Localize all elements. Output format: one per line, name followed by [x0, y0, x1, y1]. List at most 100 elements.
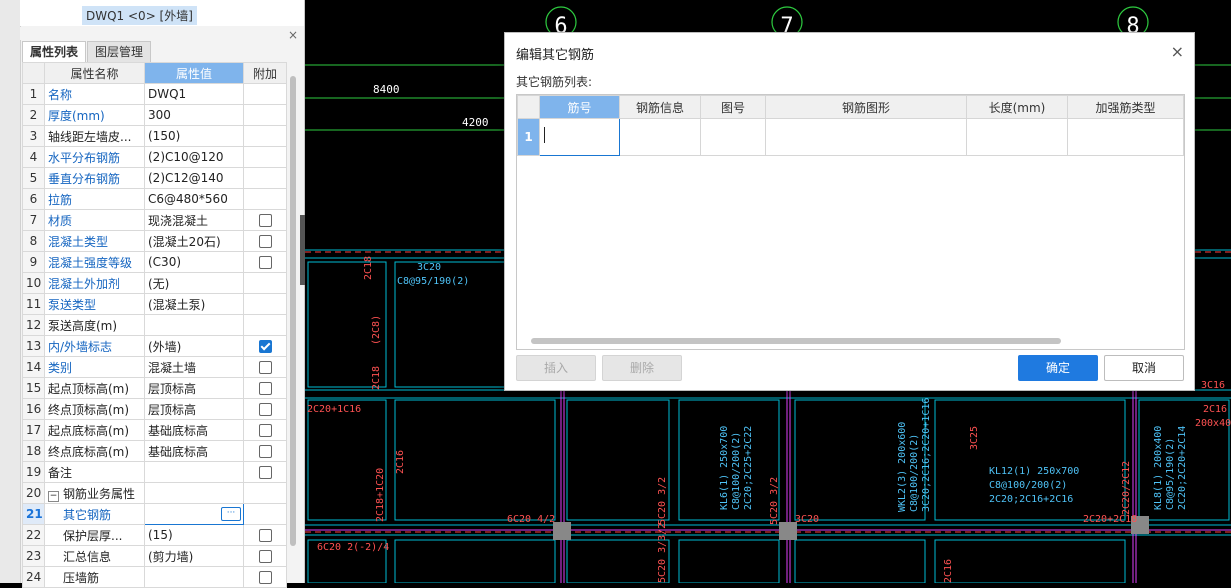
property-value[interactable]: (C30): [144, 251, 244, 273]
property-value[interactable]: (混凝土泵): [144, 293, 244, 315]
table-row[interactable]: 21 其它钢筋 ···: [22, 503, 287, 525]
cancel-button[interactable]: 取消: [1104, 355, 1184, 381]
tab-property-list[interactable]: 属性列表: [22, 41, 87, 62]
tree-node-selected[interactable]: DWQ1 <0> [外墙]: [82, 6, 197, 25]
table-row[interactable]: 15 起点顶标高(m) 层顶标高: [22, 377, 287, 399]
column-header-rebar-info[interactable]: 钢筋信息: [619, 95, 701, 119]
extra-checkbox[interactable]: [258, 340, 272, 353]
table-row[interactable]: 18 终点底标高(m) 基础底标高: [22, 440, 287, 462]
property-value[interactable]: 基础底标高: [144, 419, 244, 441]
property-value[interactable]: (150): [144, 125, 244, 147]
property-value[interactable]: C6@480*560: [144, 188, 244, 210]
table-row[interactable]: 10 混凝土外加剂 (无): [22, 272, 287, 294]
extra-checkbox[interactable]: [258, 466, 272, 479]
table-row[interactable]: 7 材质 现浇混凝土: [22, 209, 287, 231]
property-value[interactable]: [144, 314, 244, 336]
horizontal-scrollbar[interactable]: [531, 338, 1061, 344]
property-value[interactable]: (2)C12@140: [144, 167, 244, 189]
table-row[interactable]: 16 终点顶标高(m) 层顶标高: [22, 398, 287, 420]
property-value[interactable]: 层顶标高: [144, 377, 244, 399]
property-value[interactable]: 基础底标高: [144, 440, 244, 462]
property-name: 终点顶标高(m): [44, 398, 145, 420]
bar-no-cell[interactable]: [539, 118, 620, 156]
column-header-rebar-shape[interactable]: 钢筋图形: [765, 95, 967, 119]
table-row[interactable]: 11 泵送类型 (混凝土泵): [22, 293, 287, 315]
table-row[interactable]: 5 垂直分布钢筋 (2)C12@140: [22, 167, 287, 189]
table-row[interactable]: 14 类别 混凝土墙: [22, 356, 287, 378]
property-value[interactable]: (15): [144, 524, 244, 546]
table-row[interactable]: 19 备注: [22, 461, 287, 483]
vertical-scrollbar[interactable]: [290, 76, 296, 546]
extra-checkbox[interactable]: [258, 361, 272, 374]
column-header-bar-no[interactable]: 筋号: [539, 95, 620, 119]
property-value[interactable]: 层顶标高: [144, 398, 244, 420]
property-value[interactable]: (无): [144, 272, 244, 294]
property-value[interactable]: 现浇混凝土: [144, 209, 244, 231]
property-value[interactable]: (剪力墙): [144, 545, 244, 567]
extra-checkbox[interactable]: [258, 550, 272, 563]
figure-no-cell[interactable]: [700, 118, 766, 156]
table-row[interactable]: 12 泵送高度(m): [22, 314, 287, 336]
property-name: 混凝土外加剂: [44, 272, 145, 294]
table-row[interactable]: 1: [517, 118, 1184, 156]
delete-button[interactable]: 删除: [602, 355, 682, 381]
column-header-reinforcement-type[interactable]: 加强筋类型: [1067, 95, 1184, 119]
property-name-label: 厚度(mm): [48, 108, 105, 123]
extra-checkbox[interactable]: [258, 235, 272, 248]
table-row[interactable]: 6 拉筋 C6@480*560: [22, 188, 287, 210]
dialog-title: 编辑其它钢筋: [516, 48, 595, 63]
property-value[interactable]: (混凝土20石): [144, 230, 244, 252]
rebar-annotation: 2C20;2C16+2C16: [989, 494, 1073, 505]
extra-checkbox[interactable]: [258, 445, 272, 458]
table-row[interactable]: 13 内/外墙标志 (外墙): [22, 335, 287, 357]
property-value[interactable]: [144, 461, 244, 483]
column-header-length[interactable]: 长度(mm): [966, 95, 1068, 119]
collapse-icon[interactable]: −: [48, 490, 59, 502]
extra-checkbox[interactable]: [258, 256, 272, 269]
table-row[interactable]: 22 保护层厚... (15): [22, 524, 287, 546]
table-row[interactable]: 17 起点底标高(m) 基础底标高: [22, 419, 287, 441]
property-name-label: 保护层厚...: [63, 528, 123, 543]
ellipsis-button[interactable]: ···: [221, 507, 241, 521]
column-header-figure-no[interactable]: 图号: [700, 95, 766, 119]
extra-checkbox[interactable]: [258, 214, 272, 227]
row-number: 18: [22, 440, 45, 462]
rebar-shape-cell[interactable]: [765, 118, 967, 156]
property-value[interactable]: 混凝土墙: [144, 356, 244, 378]
extra-checkbox[interactable]: [258, 424, 272, 437]
table-row[interactable]: 4 水平分布钢筋 (2)C10@120: [22, 146, 287, 168]
extra-checkbox[interactable]: [258, 382, 272, 395]
rebar-info-cell[interactable]: [619, 118, 701, 156]
panel-splitter[interactable]: [20, 27, 304, 40]
property-value[interactable]: [144, 566, 244, 588]
table-row[interactable]: 24 压墙筋: [22, 566, 287, 588]
close-icon[interactable]: ×: [288, 28, 298, 42]
table-row[interactable]: 3 轴线距左墙皮... (150): [22, 125, 287, 147]
extra-cell: [243, 335, 287, 357]
close-icon[interactable]: ×: [1171, 42, 1184, 61]
rebar-annotation: 2C20;2C25+2C22: [743, 426, 754, 510]
table-row[interactable]: 9 混凝土强度等级 (C30): [22, 251, 287, 273]
table-row[interactable]: 2 厚度(mm) 300: [22, 104, 287, 126]
reinforcement-type-cell[interactable]: [1067, 118, 1184, 156]
property-value[interactable]: (2)C10@120: [144, 146, 244, 168]
ok-button[interactable]: 确定: [1018, 355, 1098, 381]
extra-checkbox[interactable]: [258, 571, 272, 584]
property-value[interactable]: (外墙): [144, 335, 244, 357]
extra-cell: [243, 104, 287, 126]
length-cell[interactable]: [966, 118, 1068, 156]
extra-checkbox[interactable]: [258, 529, 272, 542]
table-row[interactable]: 8 混凝土类型 (混凝土20石): [22, 230, 287, 252]
tab-layer-management[interactable]: 图层管理: [87, 41, 152, 62]
insert-button[interactable]: 插入: [516, 355, 596, 381]
table-row[interactable]: 20− 钢筋业务属性: [22, 482, 287, 504]
property-value[interactable]: [144, 482, 244, 504]
extra-checkbox[interactable]: [258, 403, 272, 416]
side-toolbar-strip: [0, 0, 21, 583]
table-row[interactable]: 23 汇总信息 (剪力墙): [22, 545, 287, 567]
table-row[interactable]: 1 名称 DWQ1: [22, 83, 287, 105]
property-value[interactable]: 300: [144, 104, 244, 126]
row-number[interactable]: 1: [517, 118, 540, 156]
property-value[interactable]: DWQ1: [144, 83, 244, 105]
property-value[interactable]: ···: [144, 503, 244, 525]
